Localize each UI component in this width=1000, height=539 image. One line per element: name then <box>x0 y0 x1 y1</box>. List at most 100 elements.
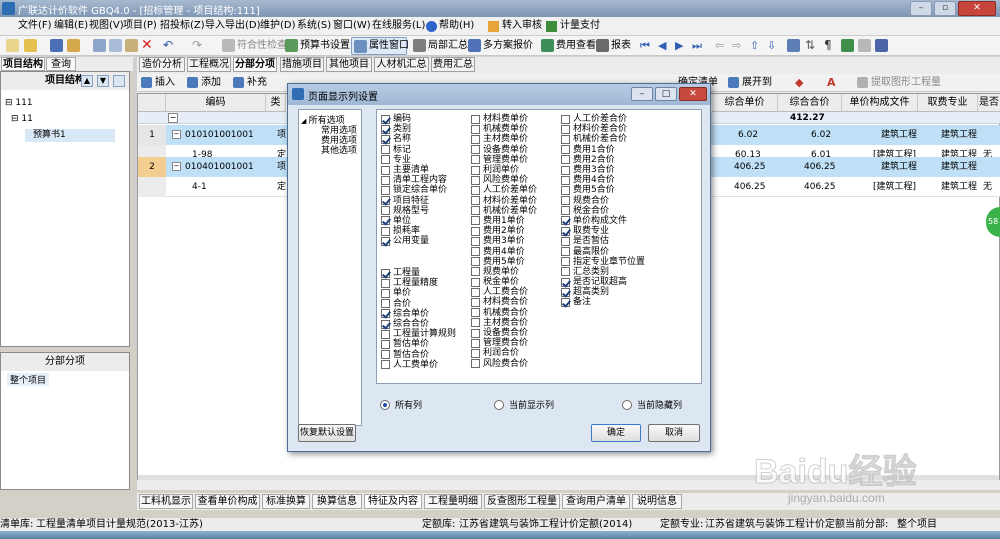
column-option-checkbox[interactable]: 专业 <box>381 155 473 165</box>
menu-maintain[interactable]: 维护(D) <box>260 19 296 33</box>
tab-user-list[interactable]: 查询用户清单 <box>562 494 630 509</box>
save-icon[interactable] <box>50 39 63 52</box>
collapse-icon[interactable]: ⊟ <box>5 98 15 108</box>
checked-box-icon[interactable] <box>381 309 390 319</box>
tree-item-111[interactable]: ⊟ 111 <box>5 98 33 108</box>
division-item-whole-project[interactable]: 整个项目 <box>7 373 50 386</box>
column-option-checkbox[interactable]: 损耗率 <box>381 226 473 236</box>
checked-box-icon[interactable] <box>561 216 570 226</box>
local-summary-button[interactable]: 局部汇总 <box>428 39 468 53</box>
checked-box-icon[interactable] <box>381 124 390 134</box>
dialog-minimize-button[interactable]: – <box>631 87 653 101</box>
unchecked-box-icon[interactable] <box>471 175 480 185</box>
radio-dot[interactable] <box>380 399 390 410</box>
unchecked-box-icon[interactable] <box>471 185 480 195</box>
column-option-checkbox[interactable]: 材料价差单价 <box>471 196 563 206</box>
tab-description[interactable]: 说明信息 <box>632 494 682 509</box>
unchecked-box-icon[interactable] <box>471 165 480 175</box>
tab-divisions[interactable]: 分部分项 <box>233 57 277 72</box>
open-icon[interactable] <box>24 39 37 52</box>
move-up-icon[interactable]: ▲ <box>81 75 93 87</box>
unchecked-box-icon[interactable] <box>561 165 570 175</box>
multi-scheme-button[interactable]: 多方案报价 <box>483 39 533 53</box>
column-option-checkbox[interactable]: 风险费合价 <box>471 359 563 369</box>
close-button[interactable]: ✕ <box>958 1 996 16</box>
unchecked-box-icon[interactable] <box>561 155 570 165</box>
unchecked-box-icon[interactable] <box>471 308 480 318</box>
unchecked-box-icon[interactable] <box>471 348 480 358</box>
unchecked-box-icon[interactable] <box>561 175 570 185</box>
unchecked-box-icon[interactable] <box>381 175 390 185</box>
column-option-checkbox[interactable]: 单价构成文件 <box>561 216 681 226</box>
column-option-checkbox[interactable]: 费用4合价 <box>561 175 681 185</box>
unchecked-box-icon[interactable] <box>381 299 390 309</box>
menu-view[interactable]: 视图(V) <box>89 19 124 33</box>
column-option-checkbox[interactable]: 费用2单价 <box>471 226 563 236</box>
column-option-checkbox[interactable]: 材料费合价 <box>471 297 563 307</box>
tab-features[interactable]: 特征及内容 <box>364 494 422 509</box>
column-option-checkbox[interactable]: 主材费合价 <box>471 318 563 328</box>
column-option-checkbox[interactable]: 汇总类别 <box>561 267 681 277</box>
unchecked-box-icon[interactable] <box>381 278 390 288</box>
tab-overview[interactable]: 工程概况 <box>187 57 231 72</box>
checked-box-icon[interactable] <box>561 226 570 236</box>
unchecked-box-icon[interactable] <box>471 359 480 369</box>
unchecked-box-icon[interactable] <box>381 360 390 370</box>
tree-other-options[interactable]: 其他选项 <box>321 146 357 156</box>
unchecked-box-icon[interactable] <box>471 287 480 297</box>
cut-icon[interactable] <box>93 39 106 52</box>
checked-box-icon[interactable] <box>561 277 570 287</box>
cancel-button[interactable]: 取消 <box>648 424 700 442</box>
column-option-checkbox[interactable]: 合价 <box>381 299 473 309</box>
tab-reverse-quantity[interactable]: 反查图形工程量 <box>484 494 560 509</box>
column-option-checkbox[interactable]: 锁定综合单价 <box>381 185 473 195</box>
column-option-checkbox[interactable]: 公用变量 <box>381 236 473 246</box>
unchecked-box-icon[interactable] <box>381 145 390 155</box>
collapse-icon[interactable]: − <box>172 130 181 139</box>
radio-all-columns[interactable]: 所有列 <box>380 398 422 411</box>
move-down-icon[interactable]: ▼ <box>97 75 109 87</box>
menu-help[interactable]: 帮助(H) <box>439 19 474 33</box>
attribute-window-button[interactable]: 属性窗口 <box>351 37 409 55</box>
restore-default-button[interactable]: 恢复默认设置 <box>298 424 356 442</box>
unchecked-box-icon[interactable] <box>381 350 390 360</box>
unchecked-box-icon[interactable] <box>471 114 480 124</box>
unchecked-box-icon[interactable] <box>561 145 570 155</box>
column-option-checkbox[interactable]: 取费专业 <box>561 226 681 236</box>
unchecked-box-icon[interactable] <box>471 236 480 246</box>
column-option-checkbox[interactable]: 综合单价 <box>381 309 473 319</box>
unchecked-box-icon[interactable] <box>561 267 570 277</box>
first-icon[interactable]: ⏮ <box>640 39 650 53</box>
column-option-checkbox[interactable]: 材料费单价 <box>471 114 563 124</box>
tab-conversion-info[interactable]: 换算信息 <box>312 494 362 509</box>
menu-import-export[interactable]: 导入导出(D) <box>205 19 261 33</box>
checked-box-icon[interactable] <box>381 114 390 124</box>
extract-quantity-button[interactable]: 提取图形工程量 <box>871 76 941 90</box>
copy-icon[interactable] <box>109 39 122 52</box>
radio-dot[interactable] <box>622 399 632 410</box>
col-header-type[interactable]: 类 <box>266 94 286 112</box>
tab-project-structure[interactable]: 项目结构 <box>1 57 45 71</box>
menu-audit[interactable]: 转入审核 <box>502 19 542 33</box>
calculator-icon[interactable] <box>875 39 888 52</box>
grey-tool-icon[interactable] <box>858 39 871 52</box>
column-option-checkbox[interactable]: 名称 <box>381 134 473 144</box>
unchecked-box-icon[interactable] <box>381 155 390 165</box>
radio-hidden-columns[interactable]: 当前隐藏列 <box>622 398 682 411</box>
menu-project[interactable]: 项目(P) <box>123 19 157 33</box>
column-option-checkbox[interactable]: 费用5单价 <box>471 257 563 267</box>
column-option-checkbox[interactable]: 暂估单价 <box>381 339 473 349</box>
unchecked-box-icon[interactable] <box>561 257 570 267</box>
unchecked-box-icon[interactable] <box>471 267 480 277</box>
minimize-button[interactable]: – <box>910 1 932 16</box>
unchecked-box-icon[interactable] <box>381 339 390 349</box>
unchecked-box-icon[interactable] <box>561 185 570 195</box>
column-option-checkbox[interactable]: 机械价差合价 <box>561 134 681 144</box>
unchecked-box-icon[interactable] <box>561 196 570 206</box>
tree-item-11[interactable]: ⊟ 11 <box>11 114 33 124</box>
menu-system[interactable]: 系统(S) <box>297 19 331 33</box>
delete-icon[interactable]: ✕ <box>141 37 153 53</box>
unchecked-box-icon[interactable] <box>381 288 390 298</box>
column-option-checkbox[interactable]: 利润单价 <box>471 165 563 175</box>
tab-standard-conversion[interactable]: 标准换算 <box>262 494 310 509</box>
